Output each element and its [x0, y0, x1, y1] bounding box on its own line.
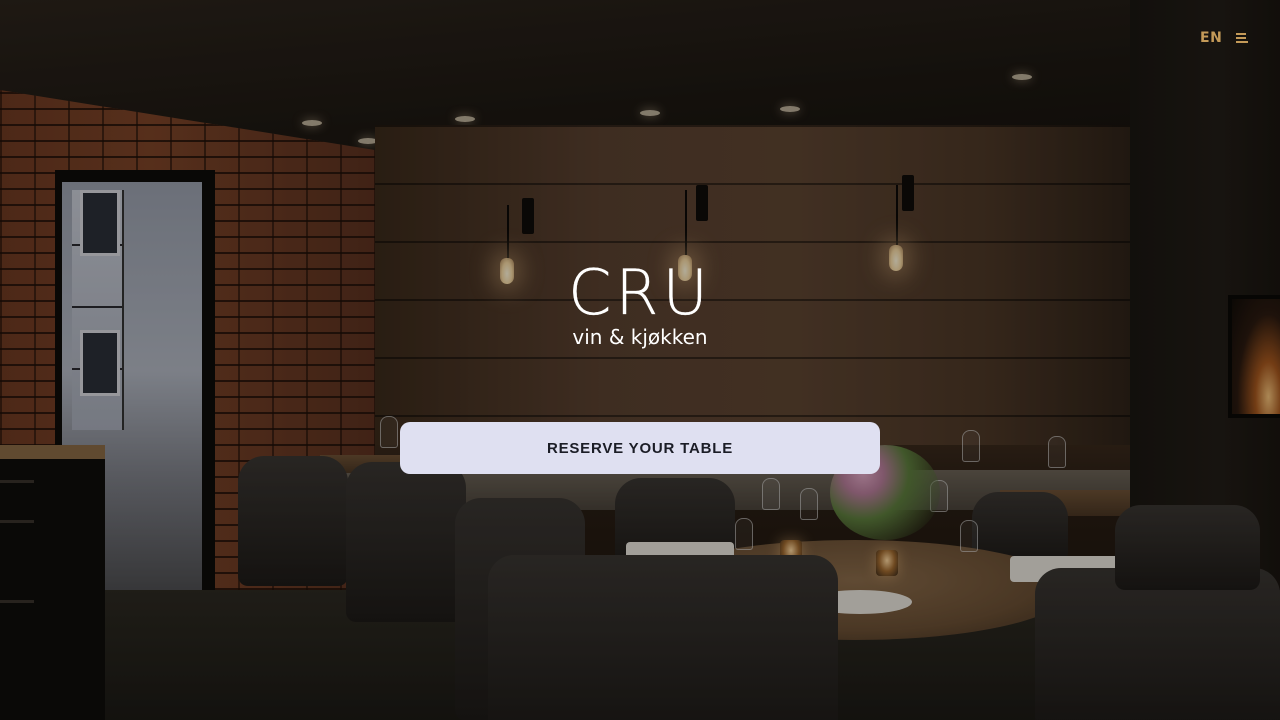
menu-line [1236, 33, 1246, 35]
reserve-table-button[interactable]: RESERVE YOUR TABLE [400, 422, 880, 474]
brand-logo[interactable]: CRU vin & kjøkken [540, 256, 740, 349]
logo-subtitle: vin & kjøkken [572, 325, 708, 349]
logo-title: CRU [568, 256, 712, 329]
dark-overlay [0, 0, 1280, 720]
menu-line [1236, 41, 1248, 43]
hamburger-icon[interactable] [1236, 33, 1248, 43]
language-selector[interactable]: EN [1200, 30, 1222, 46]
menu-line [1236, 37, 1246, 39]
hero-background-photo [0, 0, 1280, 720]
